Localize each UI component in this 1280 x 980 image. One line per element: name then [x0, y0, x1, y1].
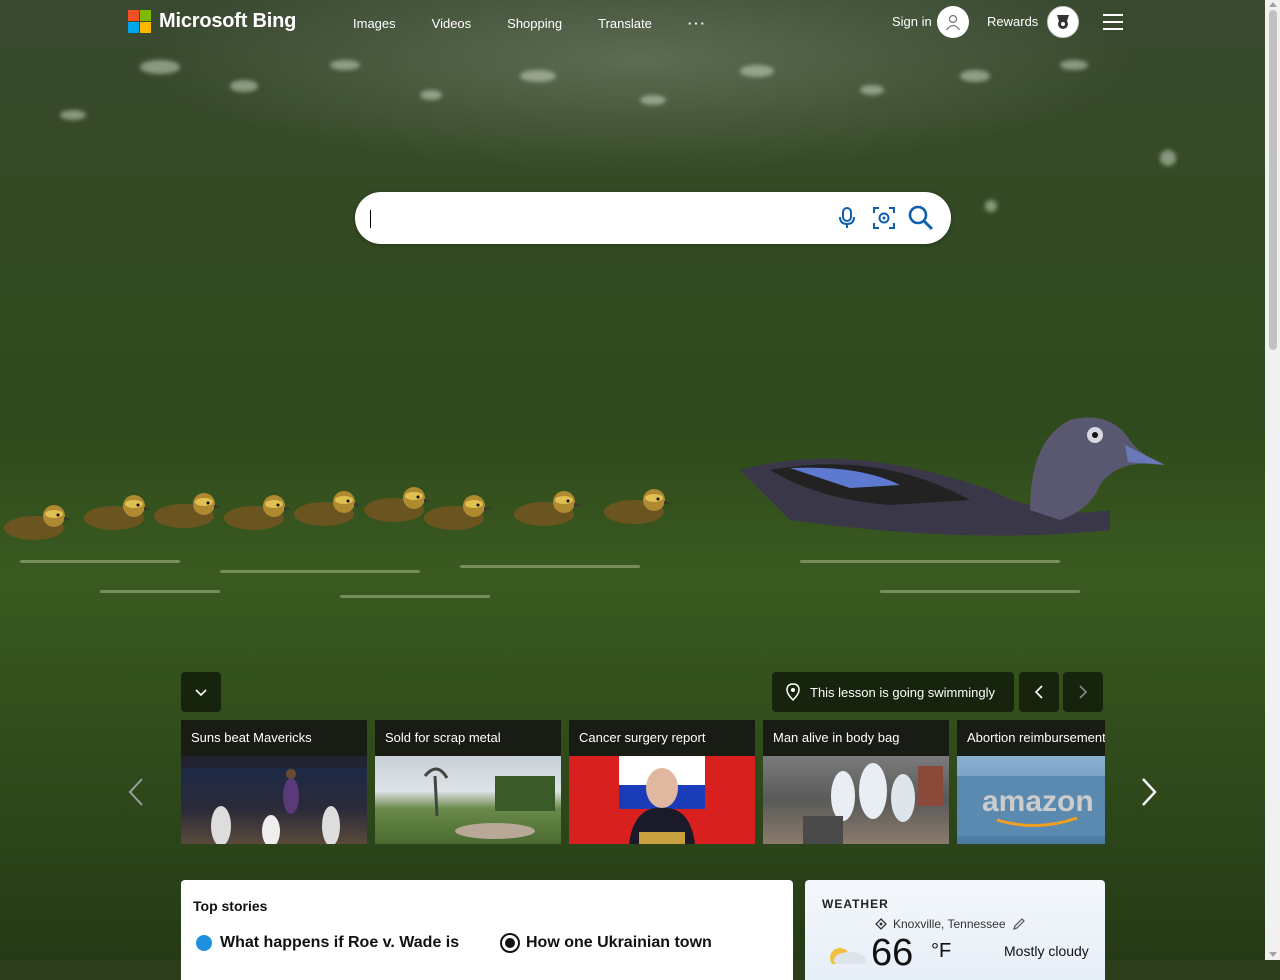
nav-images[interactable]: Images [353, 16, 396, 31]
search-icon[interactable] [907, 204, 935, 232]
weather-title: WEATHER [822, 897, 889, 911]
page-scrollbar[interactable] [1265, 0, 1280, 960]
news-card[interactable]: Suns beat Mavericks [181, 720, 367, 844]
previous-image-button[interactable] [1019, 672, 1059, 712]
chevron-down-icon [195, 689, 207, 697]
chevron-right-icon [1079, 685, 1088, 699]
news-card-image [569, 756, 755, 844]
next-image-button[interactable] [1063, 672, 1103, 712]
chevron-left-icon [128, 778, 143, 806]
collapse-feed-button[interactable] [181, 672, 221, 712]
microsoft-logo-icon [128, 10, 151, 33]
location-text: Knoxville, Tennessee [893, 917, 1006, 931]
image-of-the-day-info[interactable]: This lesson is going swimmingly [772, 672, 1014, 712]
rewards-link[interactable]: Rewards [987, 14, 1038, 29]
news-carousel: Suns beat Mavericks Sold for scrap metal [181, 720, 1105, 844]
microphone-icon[interactable] [833, 204, 861, 232]
news-card-title: Cancer surgery report [579, 730, 706, 745]
news-card[interactable]: Abortion reimbursement amazon [957, 720, 1105, 844]
top-stories-panel: Top stories What happens if Roe v. Wade … [181, 880, 793, 980]
story-title: How one Ukrainian town [526, 934, 712, 951]
edit-pencil-icon[interactable] [1012, 917, 1026, 931]
top-nav: Images Videos Shopping Translate ··· [353, 16, 707, 31]
location-pin-icon [786, 683, 800, 701]
text-cursor [370, 210, 371, 228]
chevron-left-icon [1034, 685, 1043, 699]
news-source-icon [502, 935, 518, 951]
news-card-title: Suns beat Mavericks [191, 730, 312, 745]
news-card-image [181, 756, 367, 844]
rewards-medal-icon[interactable] [1047, 6, 1079, 38]
carousel-next-button[interactable] [1137, 776, 1161, 808]
story-title: What happens if Roe v. Wade is [220, 934, 460, 951]
story-item[interactable]: What happens if Roe v. Wade is [196, 934, 459, 952]
nav-more-button[interactable]: ··· [688, 16, 707, 31]
news-card-title: Sold for scrap metal [385, 730, 501, 745]
scroll-up-arrow[interactable] [1269, 2, 1277, 7]
weather-condition: Mostly cloudy [1004, 943, 1089, 959]
logo-text: Microsoft Bing [159, 10, 297, 32]
nav-shopping[interactable]: Shopping [507, 16, 562, 31]
carousel-prev-button[interactable] [124, 776, 148, 808]
nav-translate[interactable]: Translate [598, 16, 652, 31]
visual-search-icon[interactable] [870, 204, 898, 232]
news-card-title: Man alive in body bag [773, 730, 900, 745]
news-card[interactable]: Man alive in body bag [763, 720, 949, 844]
nav-videos[interactable]: Videos [432, 16, 472, 31]
search-input[interactable] [369, 204, 813, 234]
partly-cloudy-icon [822, 944, 866, 969]
news-card-image [763, 756, 949, 844]
news-card-title: Abortion reimbursement [967, 730, 1105, 745]
user-avatar-icon[interactable] [937, 6, 969, 38]
news-source-icon [196, 935, 212, 951]
search-box [355, 192, 951, 244]
weather-location[interactable]: Knoxville, Tennessee [875, 917, 1026, 931]
scrollbar-thumb[interactable] [1269, 10, 1277, 350]
top-stories-header[interactable]: Top stories [193, 898, 267, 914]
news-card[interactable]: Sold for scrap metal [375, 720, 561, 844]
story-item[interactable]: How one Ukrainian town [502, 934, 712, 952]
news-card-image: amazon [957, 756, 1105, 844]
bing-logo[interactable]: Microsoft Bing [128, 10, 296, 33]
sign-in-link[interactable]: Sign in [892, 14, 932, 29]
news-card[interactable]: Cancer surgery report [569, 720, 755, 844]
location-icon [875, 918, 887, 930]
hamburger-menu-icon[interactable] [1103, 14, 1123, 30]
temperature-value: 66 [871, 932, 914, 974]
weather-panel[interactable]: WEATHER Knoxville, Tennessee 66 °F Mostl… [805, 880, 1105, 980]
chevron-right-icon [1142, 778, 1157, 806]
news-card-image [375, 756, 561, 844]
image-caption: This lesson is going swimmingly [810, 684, 995, 700]
scroll-down-arrow[interactable] [1269, 952, 1277, 957]
svg-text:amazon: amazon [982, 785, 1094, 818]
